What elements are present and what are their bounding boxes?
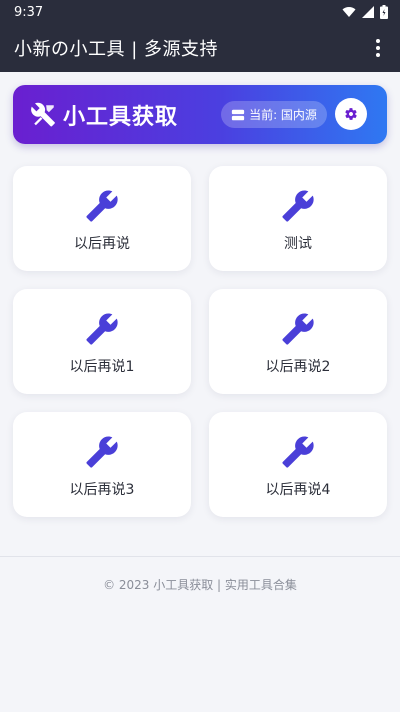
wrench-icon — [86, 190, 118, 222]
status-icons — [342, 5, 388, 19]
tool-card[interactable]: 以后再说1 — [13, 289, 191, 394]
source-label: 当前: 国内源 — [249, 108, 317, 122]
server-icon — [231, 109, 245, 120]
tool-card[interactable]: 以后再说 — [13, 166, 191, 271]
tool-card[interactable]: 以后再说3 — [13, 412, 191, 517]
wrench-icon — [86, 436, 118, 468]
footer-text: © 2023 小工具获取 | 实用工具合集 — [103, 578, 297, 592]
app-title: 小新の小工具 | 多源支持 — [14, 39, 219, 60]
wrench-icon — [282, 436, 314, 468]
wrench-icon — [282, 313, 314, 345]
tool-card-label: 以后再说4 — [265, 481, 331, 498]
gear-icon — [345, 108, 357, 120]
tool-card-label: 以后再说1 — [69, 358, 135, 375]
settings-button[interactable] — [335, 98, 367, 130]
wrench-icon — [282, 190, 314, 222]
tool-card-label: 测试 — [284, 235, 312, 252]
hero-banner: 小工具获取 当前: 国内源 — [13, 85, 387, 144]
status-time: 9:37 — [14, 4, 44, 20]
tools-icon — [31, 102, 55, 126]
tool-card-label: 以后再说2 — [265, 358, 331, 375]
hero-title: 小工具获取 — [63, 104, 179, 130]
tool-card[interactable]: 测试 — [209, 166, 387, 271]
status-bar: 9:37 — [0, 0, 400, 24]
wrench-icon — [86, 313, 118, 345]
tool-card[interactable]: 以后再说2 — [209, 289, 387, 394]
wifi-icon — [342, 7, 356, 18]
footer-divider — [0, 556, 400, 557]
signal-icon — [362, 6, 374, 18]
more-vert-icon[interactable] — [364, 32, 392, 64]
app-bar: 小新の小工具 | 多源支持 — [0, 24, 400, 72]
battery-icon — [380, 5, 388, 19]
tool-card[interactable]: 以后再说4 — [209, 412, 387, 517]
tool-card-label: 以后再说3 — [69, 481, 135, 498]
tool-card-label: 以后再说 — [74, 235, 130, 252]
source-selector[interactable]: 当前: 国内源 — [221, 101, 327, 128]
